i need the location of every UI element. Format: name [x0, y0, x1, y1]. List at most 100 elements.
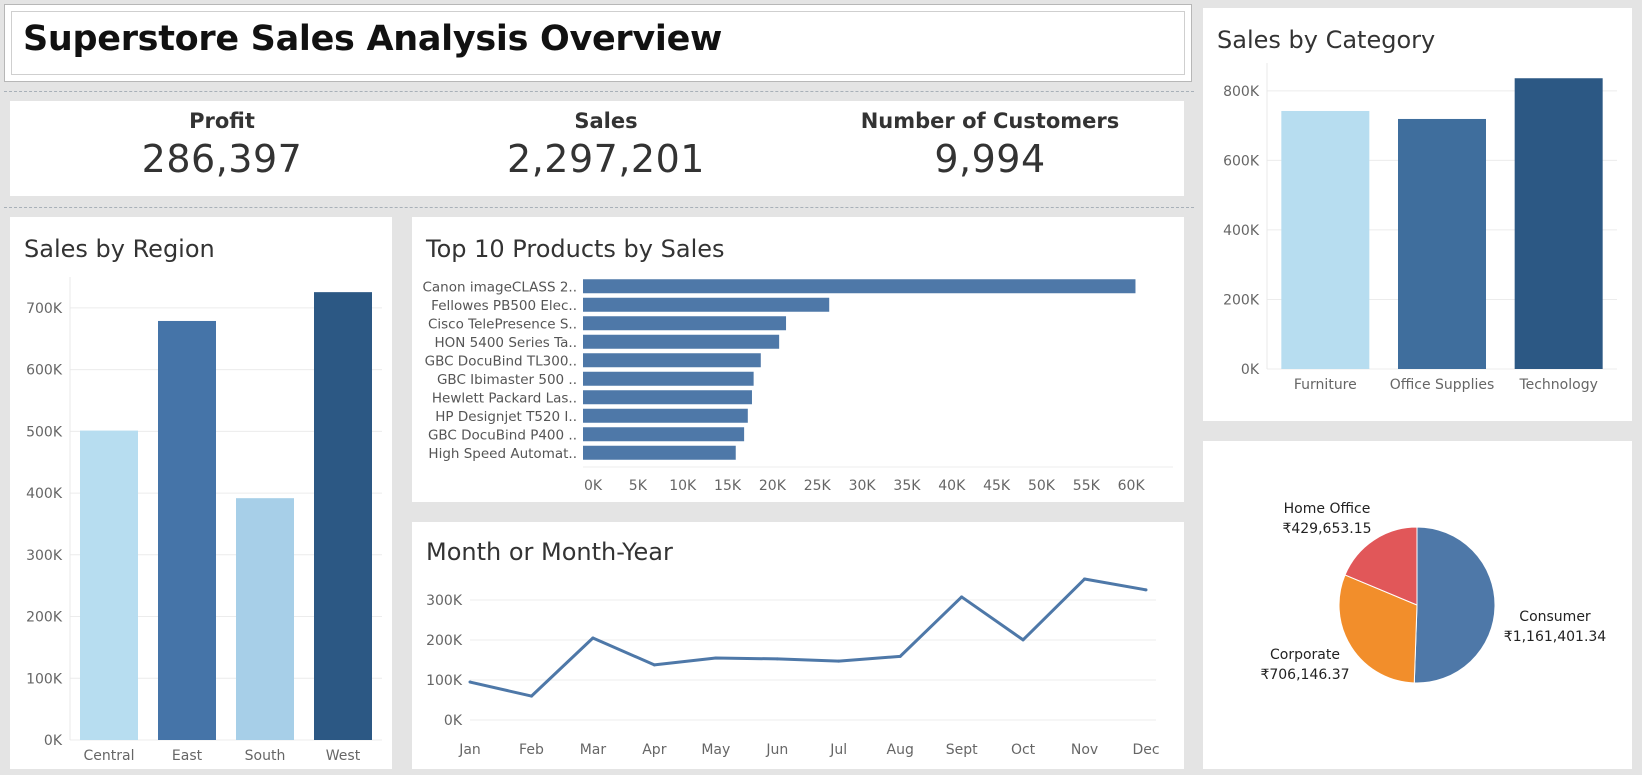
x-tick-label: Jun [765, 742, 788, 758]
product-label: High Speed Automat.. [428, 446, 577, 462]
y-tick-label: 300K [26, 548, 63, 564]
pie-label-name: Corporate [1270, 647, 1340, 663]
category-chart: 0K 200K 400K 600K 800K Furniture Office Suppli… [1223, 63, 1617, 393]
x-tick-label: Oct [1011, 742, 1036, 758]
product-label: HP Designjet T520 I.. [435, 409, 577, 425]
y-tick-label: 600K [1223, 153, 1260, 169]
x-tick-label: 50K [1028, 478, 1056, 494]
x-tick-label: South [245, 748, 286, 764]
product-label: Canon imageCLASS 2.. [422, 279, 577, 295]
bar [583, 371, 754, 386]
x-tick-label: 60K [1118, 478, 1146, 494]
x-tick-label: Apr [642, 742, 666, 758]
bar [583, 353, 761, 368]
pie-label-value: ₹429,653.15 [1282, 521, 1371, 537]
y-tick-label: 400K [1223, 223, 1260, 239]
monthly-chart: 0K 100K 200K 300K Jan Feb Mar Apr May Jun Jul Aug Se… [426, 577, 1160, 758]
y-tick-label: 700K [26, 301, 63, 317]
x-tick-label: West [326, 748, 361, 764]
x-tick-label: Office Supplies [1390, 377, 1495, 393]
pie-label-name: Consumer [1519, 609, 1591, 625]
bar [1514, 78, 1603, 369]
divider [4, 91, 1194, 92]
product-label: Hewlett Packard Las.. [432, 390, 577, 406]
y-tick-label: 0K [1241, 362, 1260, 378]
products-chart: 0K 5K 10K 15K 20K 25K 30K 35K 40K 45K 50K 55K 60K Can… [422, 279, 1173, 494]
y-tick-label: 300K [426, 593, 463, 609]
x-tick-label: 55K [1073, 478, 1101, 494]
kpi-value: 9,994 [934, 137, 1046, 181]
x-tick-label: Mar [580, 742, 607, 758]
product-label: HON 5400 Series Ta.. [435, 335, 578, 351]
x-tick-label: 40K [938, 478, 966, 494]
x-tick-label: 0K [584, 478, 603, 494]
x-tick-label: Nov [1071, 742, 1098, 758]
kpi-panel: Profit 286,397 Sales 2,297,201 Number of… [10, 101, 1184, 196]
x-tick-label: 35K [893, 478, 921, 494]
product-label: Cisco TelePresence S.. [428, 316, 577, 332]
kpi-label: Profit [189, 109, 255, 133]
products-panel: Top 10 Products by Sales 0K 5K 10K 15K 20K 25… [412, 217, 1184, 502]
y-tick-label: 200K [426, 633, 463, 649]
pie-label-name: Home Office [1284, 501, 1371, 517]
bar [236, 498, 294, 740]
pie-label-value: ₹706,146.37 [1260, 667, 1349, 683]
x-tick-label: Jan [458, 742, 481, 758]
y-tick-label: 200K [26, 610, 63, 626]
x-tick-label: 15K [714, 478, 742, 494]
y-tick-label: 800K [1223, 84, 1260, 100]
bar [583, 390, 752, 405]
y-tick-label: 400K [26, 486, 63, 502]
sales-line [469, 577, 1147, 698]
y-tick-label: 100K [426, 673, 463, 689]
product-label: GBC DocuBind TL300.. [425, 353, 577, 369]
region-panel: Sales by Region 0K 100K 200K 300K 400K 500K 60… [10, 217, 392, 769]
y-tick-label: 100K [26, 671, 63, 687]
category-panel: Sales by Category 0K 200K 400K 600K 800K Furn… [1203, 8, 1632, 421]
y-tick-label: 500K [26, 424, 63, 440]
kpi-profit: Profit 286,397 [42, 109, 402, 181]
bar [80, 430, 138, 740]
y-tick-label: 0K [444, 713, 463, 729]
y-tick-label: 200K [1223, 292, 1260, 308]
x-tick-label: 25K [804, 478, 832, 494]
x-tick-label: 20K [759, 478, 787, 494]
x-tick-label: May [701, 742, 730, 758]
bar [583, 316, 787, 331]
x-tick-label: 5K [629, 478, 648, 494]
x-tick-label: Jul [829, 742, 847, 758]
bar [314, 292, 372, 740]
bar [583, 279, 1136, 294]
x-tick-label: Dec [1132, 742, 1159, 758]
x-tick-label: Central [84, 748, 135, 764]
y-tick-label: 600K [26, 363, 63, 379]
bar [1281, 110, 1370, 370]
x-tick-label: Aug [887, 742, 914, 758]
kpi-label: Number of Customers [860, 109, 1120, 133]
x-tick-label: Technology [1518, 377, 1597, 393]
bar [158, 320, 216, 740]
x-tick-label: 10K [669, 478, 697, 494]
kpi-label: Sales [574, 109, 638, 133]
segment-chart: Consumer ₹1,161,401.34 Corporate ₹706,146.3… [1260, 501, 1607, 684]
kpi-sales: Sales 2,297,201 [426, 109, 786, 181]
divider [4, 207, 1194, 208]
x-tick-label: East [172, 748, 203, 764]
x-tick-label: 45K [983, 478, 1011, 494]
x-tick-label: Furniture [1294, 377, 1357, 393]
segment-panel: Consumer ₹1,161,401.34 Corporate ₹706,146.3… [1203, 441, 1632, 769]
product-label: GBC Ibimaster 500 .. [437, 372, 577, 388]
y-tick-label: 0K [44, 733, 63, 749]
region-chart: 0K 100K 200K 300K 400K 500K 600K 700K Central Eas… [26, 277, 382, 764]
product-label: GBC DocuBind P400 .. [428, 427, 577, 443]
bar [583, 427, 745, 442]
bar [583, 297, 830, 312]
bar [583, 408, 748, 423]
kpi-value: 2,297,201 [507, 137, 705, 181]
x-tick-label: Sept [946, 742, 978, 758]
x-tick-label: 30K [849, 478, 877, 494]
bar [583, 334, 780, 349]
pie-label-value: ₹1,161,401.34 [1504, 629, 1607, 645]
monthly-panel: Month or Month-Year 0K 100K 200K 300K Jan Feb… [412, 522, 1184, 769]
bar [583, 445, 736, 460]
